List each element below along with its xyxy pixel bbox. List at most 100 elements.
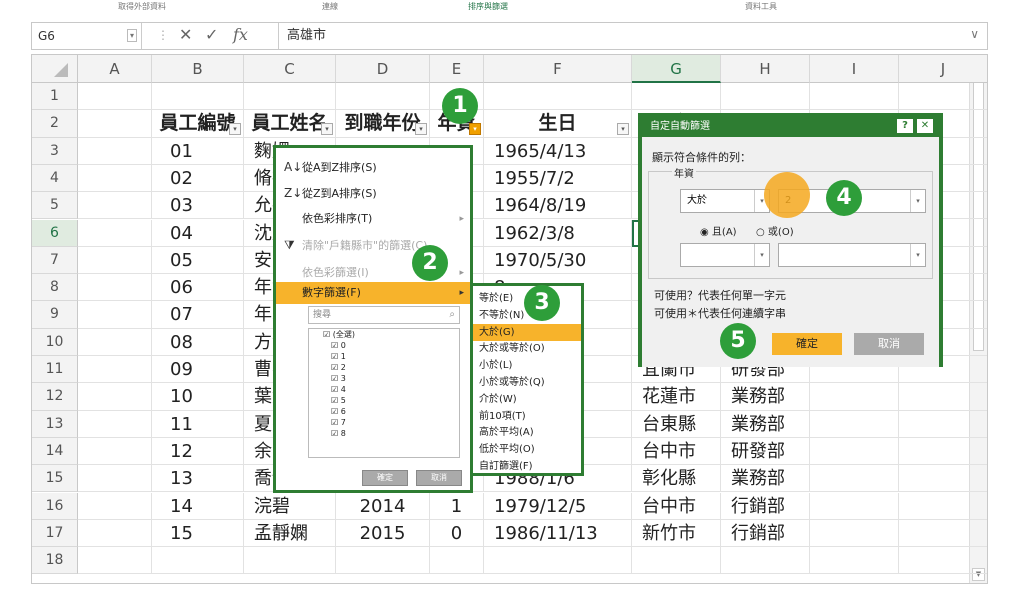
chevron-down-icon[interactable]: ▾ xyxy=(754,244,769,266)
cell[interactable]: 10 xyxy=(152,383,244,411)
close-icon[interactable]: ✕ xyxy=(917,119,933,133)
cell[interactable]: 生日 xyxy=(484,110,632,138)
number-filter-item[interactable]: 介於(W) xyxy=(473,391,581,408)
insert-function-icon[interactable]: fx xyxy=(233,25,248,44)
cell[interactable] xyxy=(810,492,899,520)
row-header[interactable]: 5 xyxy=(32,192,78,220)
cell[interactable] xyxy=(78,437,152,466)
row-header[interactable]: 16 xyxy=(32,492,78,520)
column-header[interactable]: B xyxy=(152,55,244,83)
cell[interactable] xyxy=(78,274,152,302)
number-filter-item[interactable]: 高於平均(A) xyxy=(473,424,581,441)
cell[interactable] xyxy=(152,547,244,575)
cell[interactable]: 新竹市 xyxy=(632,519,721,548)
cell[interactable]: 1965/4/13 xyxy=(484,137,632,165)
enter-icon[interactable]: ✓ xyxy=(205,25,218,44)
operator2-select[interactable]: ▾ xyxy=(680,243,770,267)
number-filter-item[interactable]: 低於平均(O) xyxy=(473,441,581,458)
cell[interactable]: 0 xyxy=(430,519,484,548)
cell[interactable]: 03 xyxy=(152,192,244,220)
cell[interactable]: 業務部 xyxy=(721,465,810,493)
column-header[interactable]: A xyxy=(78,55,152,83)
cell[interactable] xyxy=(78,301,152,329)
cell[interactable] xyxy=(244,83,336,111)
cell[interactable] xyxy=(899,83,987,111)
row-header[interactable]: 9 xyxy=(32,301,78,329)
cell[interactable] xyxy=(78,246,152,275)
number-filter-item[interactable]: 小於或等於(Q) xyxy=(473,374,581,391)
sort-filter-item[interactable]: 依色彩排序(T) ▸ xyxy=(276,208,470,230)
cell[interactable]: 14 xyxy=(152,492,244,520)
column-header[interactable]: D xyxy=(336,55,430,83)
ribbon-get-external-data[interactable]: 取得外部資料 xyxy=(118,1,166,12)
cell[interactable]: 花蓮市 xyxy=(632,383,721,411)
filter-ok-button[interactable]: 確定 xyxy=(362,470,408,486)
cell[interactable]: 1955/7/2 xyxy=(484,164,632,193)
column-header[interactable]: I xyxy=(810,55,899,83)
cell[interactable]: 1970/5/30 xyxy=(484,246,632,275)
cell[interactable] xyxy=(78,83,152,111)
chevron-down-icon[interactable]: ▾ xyxy=(910,244,925,266)
cell[interactable] xyxy=(899,438,987,466)
ribbon-data-tools[interactable]: 資料工具 xyxy=(745,1,777,12)
column-header[interactable]: H xyxy=(721,55,810,83)
cell[interactable]: 2015 xyxy=(336,519,430,548)
cell[interactable]: 09 xyxy=(152,356,244,384)
column-header[interactable]: C xyxy=(244,55,336,83)
cell[interactable] xyxy=(78,192,152,220)
cell[interactable] xyxy=(810,547,899,575)
cell[interactable]: 02 xyxy=(152,164,244,193)
cell[interactable]: 孟靜嫻 xyxy=(244,519,336,548)
ribbon-sort-filter[interactable]: 排序與篩選 xyxy=(468,1,508,12)
cell[interactable]: 15 xyxy=(152,519,244,548)
name-box[interactable]: G6 ▾ xyxy=(32,23,142,49)
column-header[interactable]: F xyxy=(484,55,632,83)
cell[interactable]: 08 xyxy=(152,328,244,356)
row-header[interactable]: 10 xyxy=(32,328,78,356)
select-all-corner[interactable] xyxy=(32,55,78,83)
ribbon-connections[interactable]: 連線 xyxy=(322,1,338,12)
number-filter-item[interactable]: 大於(G) xyxy=(473,323,581,341)
cell[interactable] xyxy=(810,465,899,493)
filter-checkbox-item[interactable]: ☑ 5 xyxy=(309,395,459,406)
filter-search-box[interactable]: 搜尋 ⌕ xyxy=(308,306,460,324)
filter-checkbox-item[interactable]: ☑ 7 xyxy=(309,417,459,428)
cancel-icon[interactable]: ✕ xyxy=(179,25,192,44)
cell[interactable] xyxy=(78,410,152,438)
cell[interactable]: 台中市 xyxy=(632,492,721,520)
or-radio[interactable]: ○ 或(O) xyxy=(756,223,794,238)
number-filter-item[interactable]: 自訂篩選(F) xyxy=(473,458,581,475)
row-header[interactable]: 8 xyxy=(32,274,78,302)
filter-dropdown-icon[interactable]: ▾ xyxy=(229,123,241,136)
cell[interactable] xyxy=(336,83,430,111)
cell[interactable] xyxy=(484,83,632,111)
row-header[interactable]: 6 xyxy=(32,219,78,247)
cell[interactable]: 研發部 xyxy=(721,437,810,466)
cell[interactable]: 1 xyxy=(430,492,484,520)
filter-cancel-button[interactable]: 取消 xyxy=(416,470,462,486)
row-header[interactable]: 11 xyxy=(32,356,78,384)
dialog-cancel-button[interactable]: 取消 xyxy=(854,333,924,355)
cell[interactable]: 11 xyxy=(152,410,244,438)
cell[interactable] xyxy=(78,328,152,356)
cell[interactable] xyxy=(78,110,152,138)
cell[interactable] xyxy=(78,219,152,247)
cell[interactable]: 2014 xyxy=(336,492,430,520)
filter-dropdown-icon[interactable]: ▾ xyxy=(415,123,427,136)
cell[interactable] xyxy=(78,519,152,548)
chevron-down-icon[interactable]: ▾ xyxy=(910,190,925,212)
cell[interactable] xyxy=(78,356,152,384)
cell[interactable] xyxy=(899,465,987,493)
cell[interactable]: 1979/12/5 xyxy=(484,492,632,520)
cell[interactable] xyxy=(78,164,152,193)
number-filter-item[interactable]: 前10項(T) xyxy=(473,408,581,425)
cell[interactable] xyxy=(78,465,152,493)
cell[interactable] xyxy=(810,437,899,466)
cell[interactable]: 07 xyxy=(152,301,244,329)
filter-checkbox-item[interactable]: ☑ 3 xyxy=(309,373,459,384)
dialog-ok-button[interactable]: 確定 xyxy=(772,333,842,355)
cell[interactable] xyxy=(810,383,899,411)
help-icon[interactable]: ? xyxy=(897,119,913,133)
cell[interactable] xyxy=(336,547,430,575)
cell[interactable]: 彰化縣 xyxy=(632,465,721,493)
